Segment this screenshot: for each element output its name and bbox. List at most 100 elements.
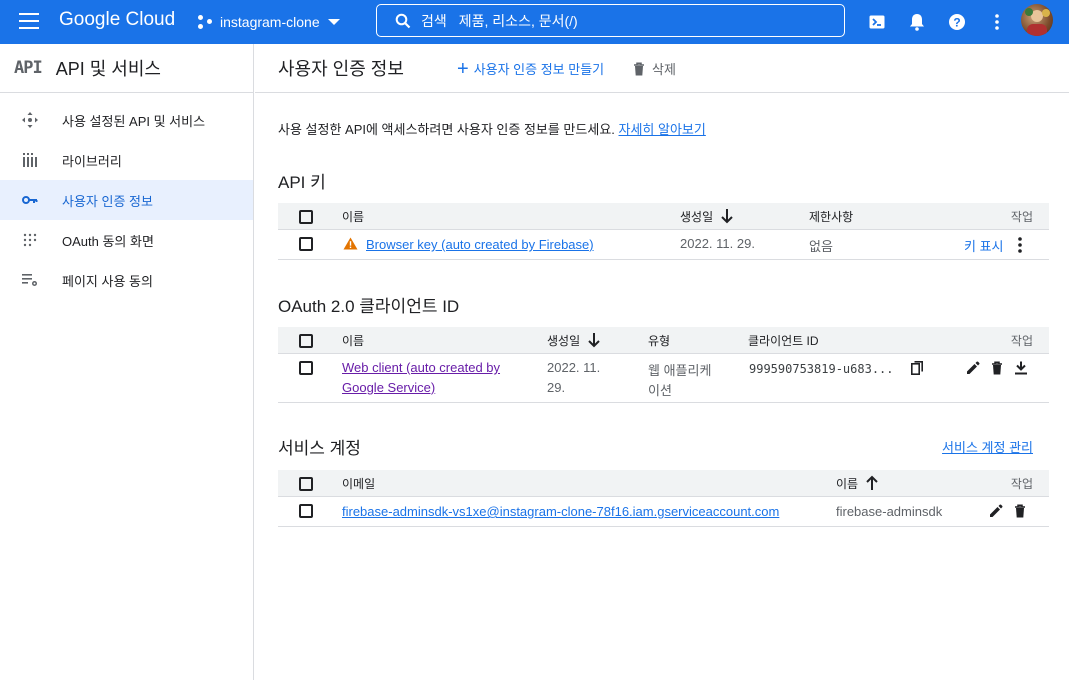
trash-icon[interactable] bbox=[991, 361, 1003, 375]
table-row: Browser key (auto created by Firebase) 2… bbox=[278, 230, 1049, 260]
more-vert-icon[interactable] bbox=[987, 12, 1007, 32]
col-name[interactable]: 이름 bbox=[342, 332, 364, 349]
intro-description: 사용 설정한 API에 액세스하려면 사용자 인증 정보를 만드세요. bbox=[278, 122, 615, 137]
col-created[interactable]: 생성일 bbox=[547, 332, 580, 349]
api-logo: API bbox=[14, 58, 43, 78]
more-vert-icon[interactable] bbox=[1018, 237, 1022, 253]
google-cloud-logo[interactable]: Google Cloud bbox=[59, 9, 175, 31]
api-key-created: 2022. 11. 29. bbox=[680, 236, 755, 251]
project-name: instagram-clone bbox=[220, 14, 320, 30]
sidebar-item-page-usage[interactable]: 페이지 사용 동의 bbox=[0, 260, 253, 300]
oauth-client-id: 999590753819-u683... bbox=[749, 362, 894, 376]
project-selector[interactable]: instagram-clone bbox=[198, 8, 340, 36]
arrow-down-icon[interactable] bbox=[720, 208, 734, 224]
oauth-client-name-link[interactable]: Web client (auto created by bbox=[342, 360, 500, 375]
oauth-client-name-link-line2[interactable]: Google Service) bbox=[342, 380, 435, 395]
search-input[interactable]: 검색 제품, 리소스, 문서(/) bbox=[376, 4, 845, 37]
oauth-created: 2022. 11. bbox=[547, 360, 601, 375]
col-client-id: 클라이언트 ID bbox=[748, 333, 819, 348]
col-restrictions: 제한사항 bbox=[809, 209, 854, 224]
download-icon[interactable] bbox=[1014, 361, 1028, 375]
col-name[interactable]: 이름 bbox=[342, 208, 364, 225]
service-accounts-title: 서비스 계정 bbox=[278, 439, 361, 458]
oauth-created-line2: 29. bbox=[547, 380, 566, 395]
delete-button[interactable]: 삭제 bbox=[633, 59, 676, 78]
search-placeholder: 제품, 리소스, 문서(/) bbox=[458, 12, 578, 29]
warning-icon bbox=[343, 237, 358, 250]
trash-icon[interactable] bbox=[1014, 504, 1026, 518]
chevron-down-icon bbox=[327, 19, 340, 25]
learn-more-link[interactable]: 자세히 알아보기 bbox=[619, 122, 706, 137]
delete-label: 삭제 bbox=[652, 62, 676, 77]
cloud-shell-icon[interactable] bbox=[867, 12, 887, 32]
diamond-move-icon bbox=[20, 111, 40, 129]
oauth-title: OAuth 2.0 클라이언트 ID bbox=[278, 297, 460, 316]
help-icon[interactable]: ? bbox=[947, 12, 967, 32]
show-key-button[interactable]: 키 표시 bbox=[964, 236, 1004, 255]
api-keys-title: API 키 bbox=[278, 173, 326, 192]
list-settings-icon bbox=[20, 273, 40, 287]
create-credentials-button[interactable]: + 사용자 인증 정보 만들기 bbox=[457, 57, 605, 80]
sidebar: API API 및 서비스 사용 설정된 API 및 서비스 라이브러리 사용자… bbox=[0, 44, 254, 680]
sidebar-item-library[interactable]: 라이브러리 bbox=[0, 140, 253, 180]
table-header: 이름 생성일 제한사항 작업 bbox=[278, 203, 1049, 230]
sidebar-item-oauth-consent[interactable]: OAuth 동의 화면 bbox=[0, 220, 253, 260]
notifications-bell-icon[interactable] bbox=[907, 12, 927, 32]
table-row: firebase-adminsdk-vs1xe@instagram-clone-… bbox=[278, 497, 1049, 527]
col-created[interactable]: 생성일 bbox=[680, 208, 713, 225]
service-account-email-link[interactable]: firebase-adminsdk-vs1xe@instagram-clone-… bbox=[342, 504, 779, 519]
oauth-type-line2: 이션 bbox=[648, 383, 672, 398]
col-actions: 작업 bbox=[1010, 209, 1033, 224]
col-type: 유형 bbox=[648, 333, 671, 348]
sidebar-title: API 및 서비스 bbox=[55, 59, 161, 79]
copy-icon[interactable] bbox=[911, 361, 923, 375]
sidebar-item-label: 라이브러리 bbox=[62, 153, 122, 169]
key-icon bbox=[20, 195, 40, 205]
search-icon bbox=[395, 13, 411, 28]
col-email: 이메일 bbox=[342, 476, 376, 491]
arrow-up-icon[interactable] bbox=[865, 475, 879, 491]
sidebar-item-credentials[interactable]: 사용자 인증 정보 bbox=[0, 180, 253, 220]
create-credentials-label: 사용자 인증 정보 만들기 bbox=[473, 62, 605, 77]
library-grid-icon bbox=[20, 153, 40, 167]
sidebar-header: API API 및 서비스 bbox=[0, 44, 253, 93]
trash-icon bbox=[634, 61, 644, 75]
sidebar-item-label: 페이지 사용 동의 bbox=[62, 273, 153, 289]
sidebar-item-label: OAuth 동의 화면 bbox=[62, 233, 154, 249]
col-name[interactable]: 이름 bbox=[836, 475, 858, 492]
row-checkbox[interactable] bbox=[299, 504, 313, 518]
col-actions: 작업 bbox=[1010, 333, 1033, 348]
row-checkbox[interactable] bbox=[299, 237, 313, 251]
select-all-checkbox[interactable] bbox=[299, 210, 313, 224]
sidebar-item-enabled-apis[interactable]: 사용 설정된 API 및 서비스 bbox=[0, 100, 253, 140]
svg-text:?: ? bbox=[953, 16, 960, 30]
arrow-down-icon[interactable] bbox=[587, 332, 601, 348]
sidebar-item-label: 사용 설정된 API 및 서비스 bbox=[62, 113, 206, 129]
api-keys-table: 이름 생성일 제한사항 작업 Browser key (auto created… bbox=[278, 203, 1049, 260]
search-label: 검색 bbox=[421, 12, 447, 29]
oauth-type: 웹 애플리케 bbox=[648, 363, 712, 378]
main-content: 사용자 인증 정보 + 사용자 인증 정보 만들기 삭제 사용 설정한 API에… bbox=[255, 44, 1069, 680]
edit-pencil-icon[interactable] bbox=[966, 361, 980, 375]
avatar[interactable] bbox=[1021, 4, 1053, 36]
intro-text: 사용 설정한 API에 액세스하려면 사용자 인증 정보를 만드세요. 자세히 … bbox=[278, 119, 706, 138]
sidebar-item-label: 사용자 인증 정보 bbox=[62, 193, 153, 209]
project-hierarchy-icon bbox=[198, 14, 214, 30]
api-key-restrictions: 없음 bbox=[809, 239, 833, 254]
oauth-table: 이름 생성일 유형 클라이언트 ID 작업 Web client (auto c… bbox=[278, 327, 1049, 403]
dots-grid-icon bbox=[20, 233, 40, 247]
table-header: 이름 생성일 유형 클라이언트 ID 작업 bbox=[278, 327, 1049, 354]
top-app-bar: Google Cloud instagram-clone 검색 제품, 리소스,… bbox=[0, 0, 1069, 44]
table-header: 이메일 이름 작업 bbox=[278, 470, 1049, 497]
service-accounts-table: 이메일 이름 작업 firebase-adminsdk-vs1xe@instag… bbox=[278, 470, 1049, 527]
select-all-checkbox[interactable] bbox=[299, 334, 313, 348]
hamburger-menu-icon[interactable] bbox=[19, 13, 39, 29]
manage-service-accounts-link[interactable]: 서비스 계정 관리 bbox=[942, 437, 1033, 456]
row-checkbox[interactable] bbox=[299, 361, 313, 375]
col-actions: 작업 bbox=[1010, 476, 1033, 491]
service-account-name: firebase-adminsdk bbox=[836, 504, 943, 519]
select-all-checkbox[interactable] bbox=[299, 477, 313, 491]
plus-icon: + bbox=[457, 57, 469, 80]
edit-pencil-icon[interactable] bbox=[989, 504, 1003, 518]
api-key-name-link[interactable]: Browser key (auto created by Firebase) bbox=[366, 237, 594, 252]
